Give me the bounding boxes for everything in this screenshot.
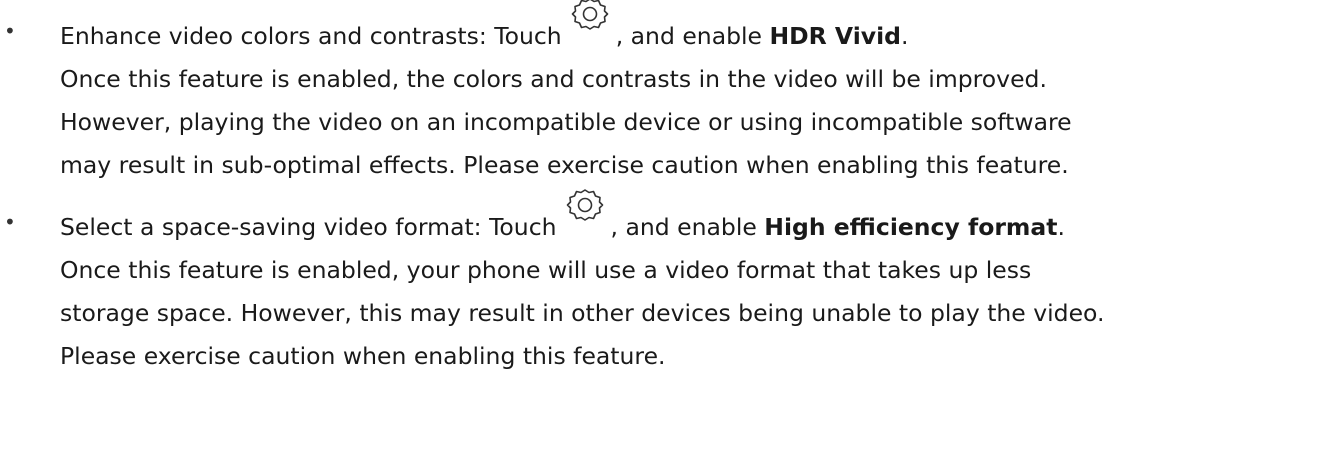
lead-text-after-icon: , and enable <box>615 22 770 50</box>
bullet: • <box>4 19 16 43</box>
list-item-high-efficiency-format: • Select a space-saving video format: To… <box>0 189 1336 378</box>
bullet: • <box>4 210 16 234</box>
lead-text: Select a space-saving video format: Touc… <box>60 213 557 241</box>
body-line: Please exercise caution when enabling th… <box>60 342 666 370</box>
body-line: storage space. However, this may result … <box>60 299 1105 327</box>
gear-icon <box>566 0 614 32</box>
item-lead-line: Enhance video colors and contrasts: Touc… <box>60 0 1336 58</box>
body-line: However, playing the video on an incompa… <box>60 108 1072 136</box>
setting-name: HDR Vivid <box>769 22 901 50</box>
lead-text: Enhance video colors and contrasts: Touc… <box>60 22 562 50</box>
item-lead-line: Select a space-saving video format: Touc… <box>60 189 1336 249</box>
lead-end: . <box>900 22 909 50</box>
body-line: Once this feature is enabled, the colors… <box>60 65 1047 93</box>
setting-name: High efficiency format <box>764 213 1058 241</box>
instruction-list: • Enhance video colors and contrasts: To… <box>0 0 1336 378</box>
list-item-hdr-vivid: • Enhance video colors and contrasts: To… <box>0 0 1336 187</box>
lead-text-after-icon: , and enable <box>610 213 765 241</box>
body-line: Once this feature is enabled, your phone… <box>60 256 1032 284</box>
body-line: may result in sub-optimal effects. Pleas… <box>60 151 1069 179</box>
gear-icon <box>561 187 609 223</box>
lead-end: . <box>1057 213 1065 241</box>
